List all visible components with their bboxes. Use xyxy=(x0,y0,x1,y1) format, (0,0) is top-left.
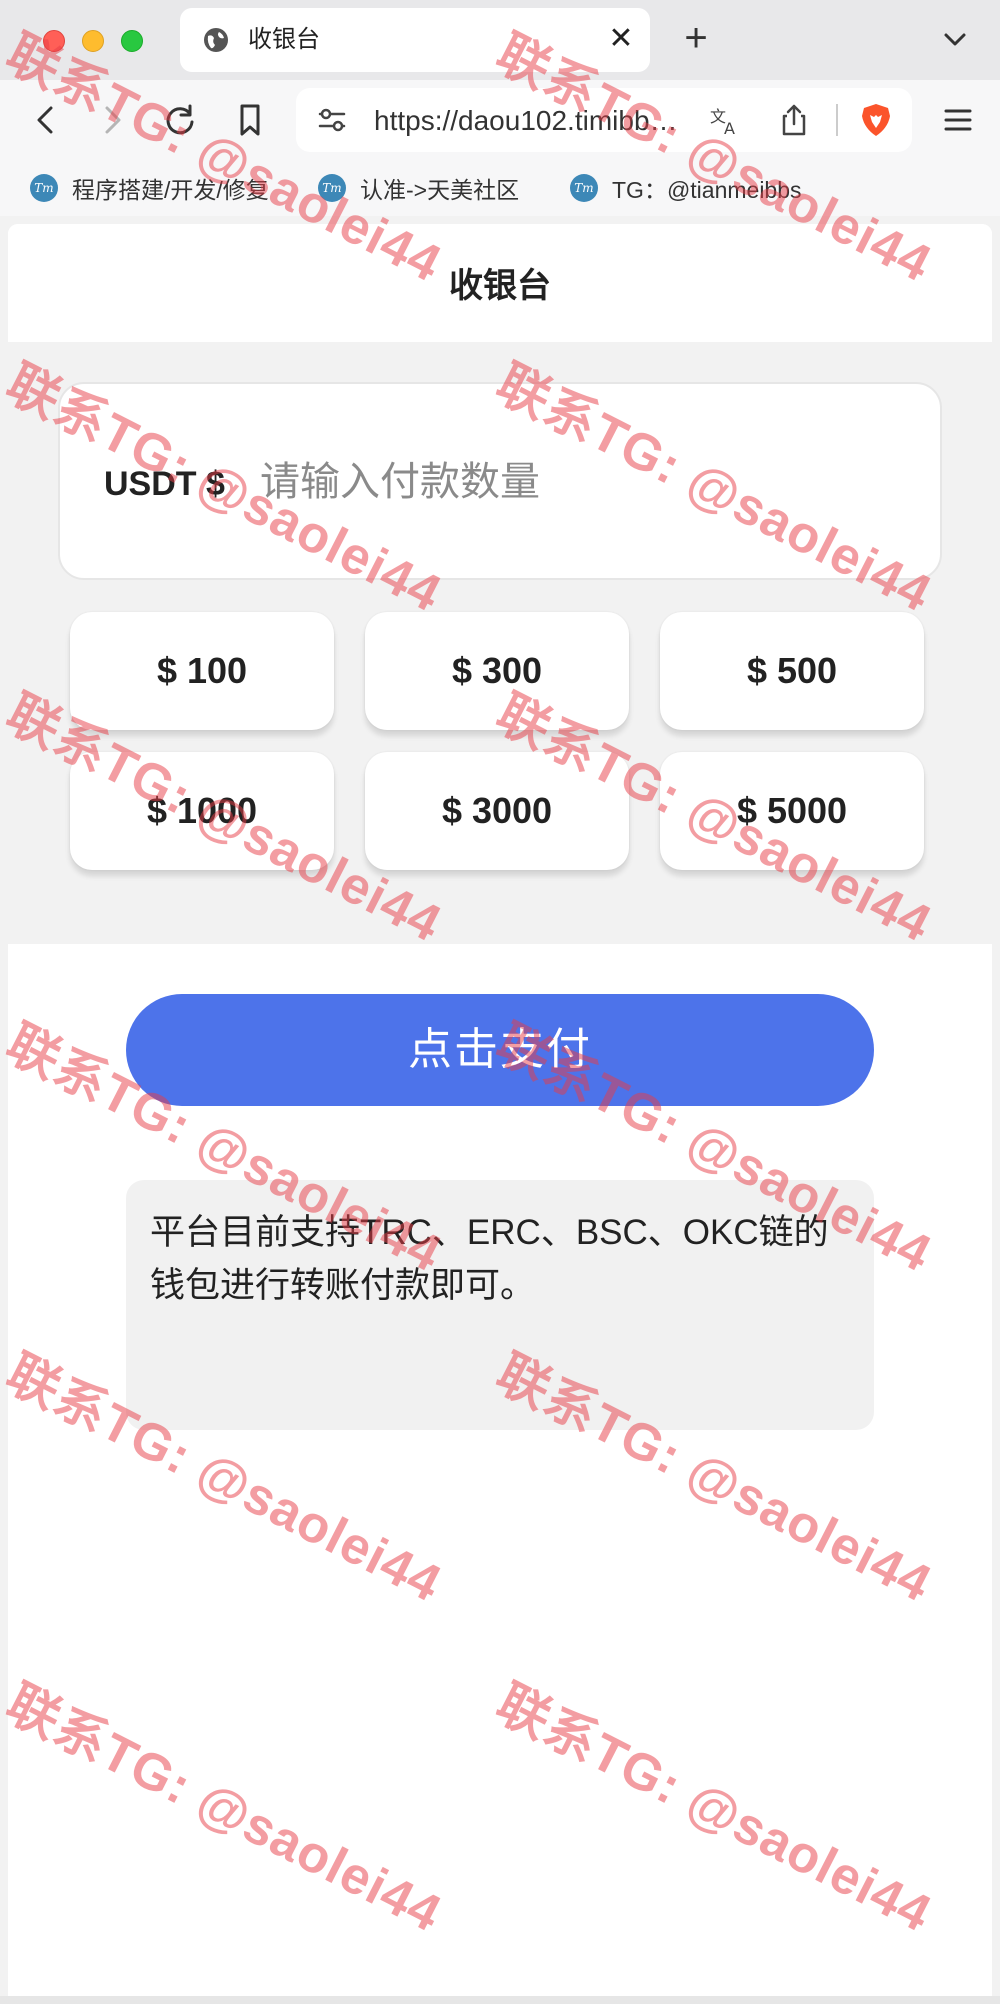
bookmark-label: 程序搭建/开发/修复 xyxy=(72,177,269,203)
bookmark-item-2[interactable]: Tm 认准->天美社区 xyxy=(318,172,519,204)
browser-toolbar: https://daou102.timibbs.com 文 A xyxy=(0,80,1000,160)
bookmark-item-3[interactable]: Tm TG：@tianmeibbs xyxy=(570,172,802,204)
bookmark-icon[interactable] xyxy=(230,100,270,140)
currency-label: USDT $ xyxy=(104,465,225,503)
reload-icon[interactable] xyxy=(160,100,200,140)
preset-amount-button[interactable]: $ 3000 xyxy=(365,752,629,870)
page-title: 收银台 xyxy=(449,267,551,305)
close-tab-icon[interactable]: ✕ xyxy=(604,22,638,56)
forward-arrow-icon[interactable] xyxy=(92,100,132,140)
preset-amount-button[interactable]: $ 5000 xyxy=(660,752,924,870)
window-bottom-edge xyxy=(0,1996,1000,2004)
pay-button[interactable]: 点击支付 xyxy=(126,994,874,1106)
preset-amount-button[interactable]: $ 300 xyxy=(365,612,629,730)
payment-notice: 平台目前支持TRC、ERC、BSC、OKC链的钱包进行转账付款即可。 xyxy=(126,1180,874,1430)
preset-amount-button[interactable]: $ 100 xyxy=(70,612,334,730)
translate-icon[interactable]: 文 A xyxy=(708,102,744,138)
tm-logo-icon: Tm xyxy=(570,174,598,202)
page-viewport: 收银台 USDT $ $ 100 $ 300 $ 500 $ 1000 $ 30… xyxy=(8,224,992,1996)
preset-amount-button[interactable]: $ 500 xyxy=(660,612,924,730)
amount-input-card: USDT $ xyxy=(58,382,942,580)
svg-text:A: A xyxy=(724,119,735,138)
tm-logo-icon: Tm xyxy=(30,174,58,202)
bookmark-label: TG：@tianmeibbs xyxy=(612,177,802,203)
amount-section: USDT $ $ 100 $ 300 $ 500 $ 1000 $ 3000 $… xyxy=(8,342,992,944)
minimize-window-button[interactable] xyxy=(82,30,104,52)
maximize-window-button[interactable] xyxy=(121,30,143,52)
chevron-down-icon[interactable] xyxy=(938,22,972,56)
back-arrow-icon[interactable] xyxy=(26,100,66,140)
url-text[interactable]: https://daou102.timibbs.com xyxy=(374,106,684,136)
active-tab[interactable]: 收银台 ✕ xyxy=(180,8,650,72)
page-header: 收银台 xyxy=(8,224,992,342)
site-settings-icon[interactable] xyxy=(314,102,350,138)
amount-input[interactable] xyxy=(260,454,900,510)
new-tab-button[interactable]: + xyxy=(676,18,716,62)
bookmark-item-1[interactable]: Tm 程序搭建/开发/修复 xyxy=(30,172,269,204)
address-bar[interactable]: https://daou102.timibbs.com 文 A xyxy=(296,88,912,152)
bookmark-label: 认准->天美社区 xyxy=(360,177,520,203)
menu-hamburger-icon[interactable] xyxy=(938,100,978,140)
preset-amount-button[interactable]: $ 1000 xyxy=(70,752,334,870)
share-icon[interactable] xyxy=(776,102,812,138)
globe-icon xyxy=(204,28,228,52)
brave-shield-icon[interactable] xyxy=(858,102,894,138)
bookmarks-bar: Tm 程序搭建/开发/修复 Tm 认准->天美社区 Tm TG：@tianmei… xyxy=(0,160,1000,216)
close-window-button[interactable] xyxy=(43,30,65,52)
browser-tab-bar: 收银台 ✕ + xyxy=(0,0,1000,80)
tm-logo-icon: Tm xyxy=(318,174,346,202)
tab-title: 收银台 xyxy=(248,26,320,53)
url-separator xyxy=(836,104,838,136)
